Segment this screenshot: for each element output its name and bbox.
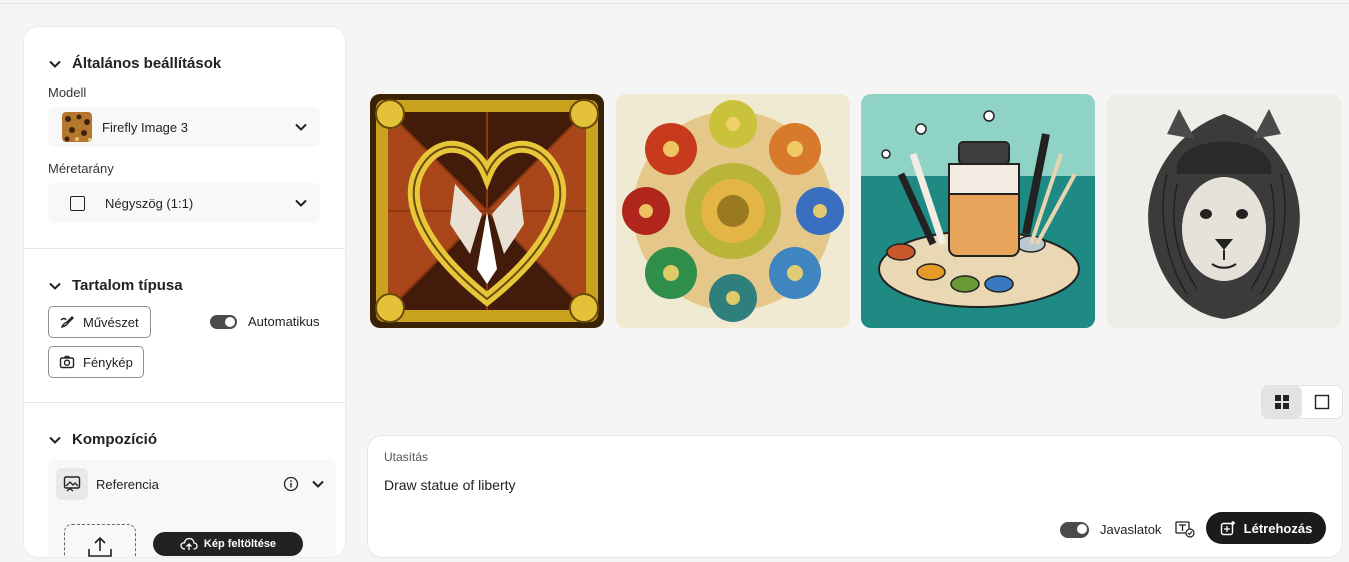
reference-label: Referencia	[96, 477, 159, 492]
generated-image-1[interactable]	[370, 94, 604, 328]
section-general-title: Általános beállítások	[72, 55, 222, 72]
text-settings-icon[interactable]	[1175, 520, 1195, 538]
suggestions-label: Javaslatok	[1100, 522, 1162, 537]
grid-icon	[1275, 395, 1289, 409]
suggestions-toggle[interactable]	[1060, 522, 1089, 538]
section-composition-header[interactable]: Kompozíció	[48, 431, 157, 448]
prompt-box: Utasítás Draw statue of liberty Javaslat…	[368, 436, 1342, 557]
art-button[interactable]: Művészet	[48, 306, 151, 338]
square-icon	[70, 195, 85, 211]
aspect-label: Méretarány	[48, 161, 114, 176]
generate-icon	[1220, 521, 1235, 536]
top-divider	[0, 3, 1349, 4]
brush-icon	[60, 316, 74, 329]
photo-button-label: Fénykép	[83, 354, 133, 370]
chevron-down-icon	[49, 282, 61, 290]
section-composition-title: Kompozíció	[72, 431, 157, 448]
auto-toggle[interactable]	[210, 315, 237, 329]
auto-toggle-label: Automatikus	[248, 314, 320, 329]
divider	[24, 248, 345, 249]
generated-image-3[interactable]	[861, 94, 1095, 328]
upload-dropzone[interactable]	[64, 524, 136, 557]
prompt-label: Utasítás	[384, 450, 429, 464]
single-view-button[interactable]	[1302, 386, 1342, 418]
model-select[interactable]: Firefly Image 3	[48, 107, 320, 147]
square-icon	[1314, 394, 1330, 410]
section-content-type-title: Tartalom típusa	[72, 277, 183, 294]
upload-button-label: Kép feltöltése	[203, 538, 277, 550]
divider	[24, 402, 345, 403]
view-mode-toggle	[1262, 386, 1342, 418]
reference-box: Referencia Kép feltöltése	[48, 460, 336, 557]
info-icon[interactable]	[283, 476, 299, 492]
chevron-down-icon	[295, 123, 307, 131]
grid-view-button[interactable]	[1262, 386, 1302, 418]
chevron-down-icon[interactable]	[311, 477, 325, 491]
art-button-label: Művészet	[83, 314, 139, 330]
upload-icon	[88, 536, 112, 557]
model-label: Modell	[48, 85, 87, 100]
chevron-down-icon	[49, 436, 61, 444]
generate-button-label: Létrehozás	[1243, 520, 1313, 536]
photo-button[interactable]: Fénykép	[48, 346, 144, 378]
settings-panel: Általános beállítások Modell Firefly Ima…	[24, 27, 345, 557]
generated-image-2[interactable]	[616, 94, 850, 328]
aspect-ratio-select[interactable]: Négyszög (1:1)	[48, 183, 320, 223]
chevron-down-icon	[295, 199, 307, 207]
upload-image-button[interactable]: Kép feltöltése	[153, 532, 303, 556]
section-general-header[interactable]: Általános beállítások	[48, 55, 221, 72]
cloud-upload-icon	[180, 537, 198, 550]
reference-icon	[56, 468, 88, 500]
model-value: Firefly Image 3	[102, 119, 188, 135]
prompt-input[interactable]: Draw statue of liberty	[384, 477, 516, 493]
section-content-type-header[interactable]: Tartalom típusa	[48, 277, 183, 294]
chevron-down-icon	[49, 60, 61, 68]
model-thumbnail	[62, 112, 92, 142]
generated-image-4[interactable]	[1107, 94, 1341, 328]
camera-icon	[59, 355, 75, 369]
generate-button[interactable]: Létrehozás	[1206, 512, 1326, 544]
aspect-value: Négyszög (1:1)	[105, 195, 194, 211]
